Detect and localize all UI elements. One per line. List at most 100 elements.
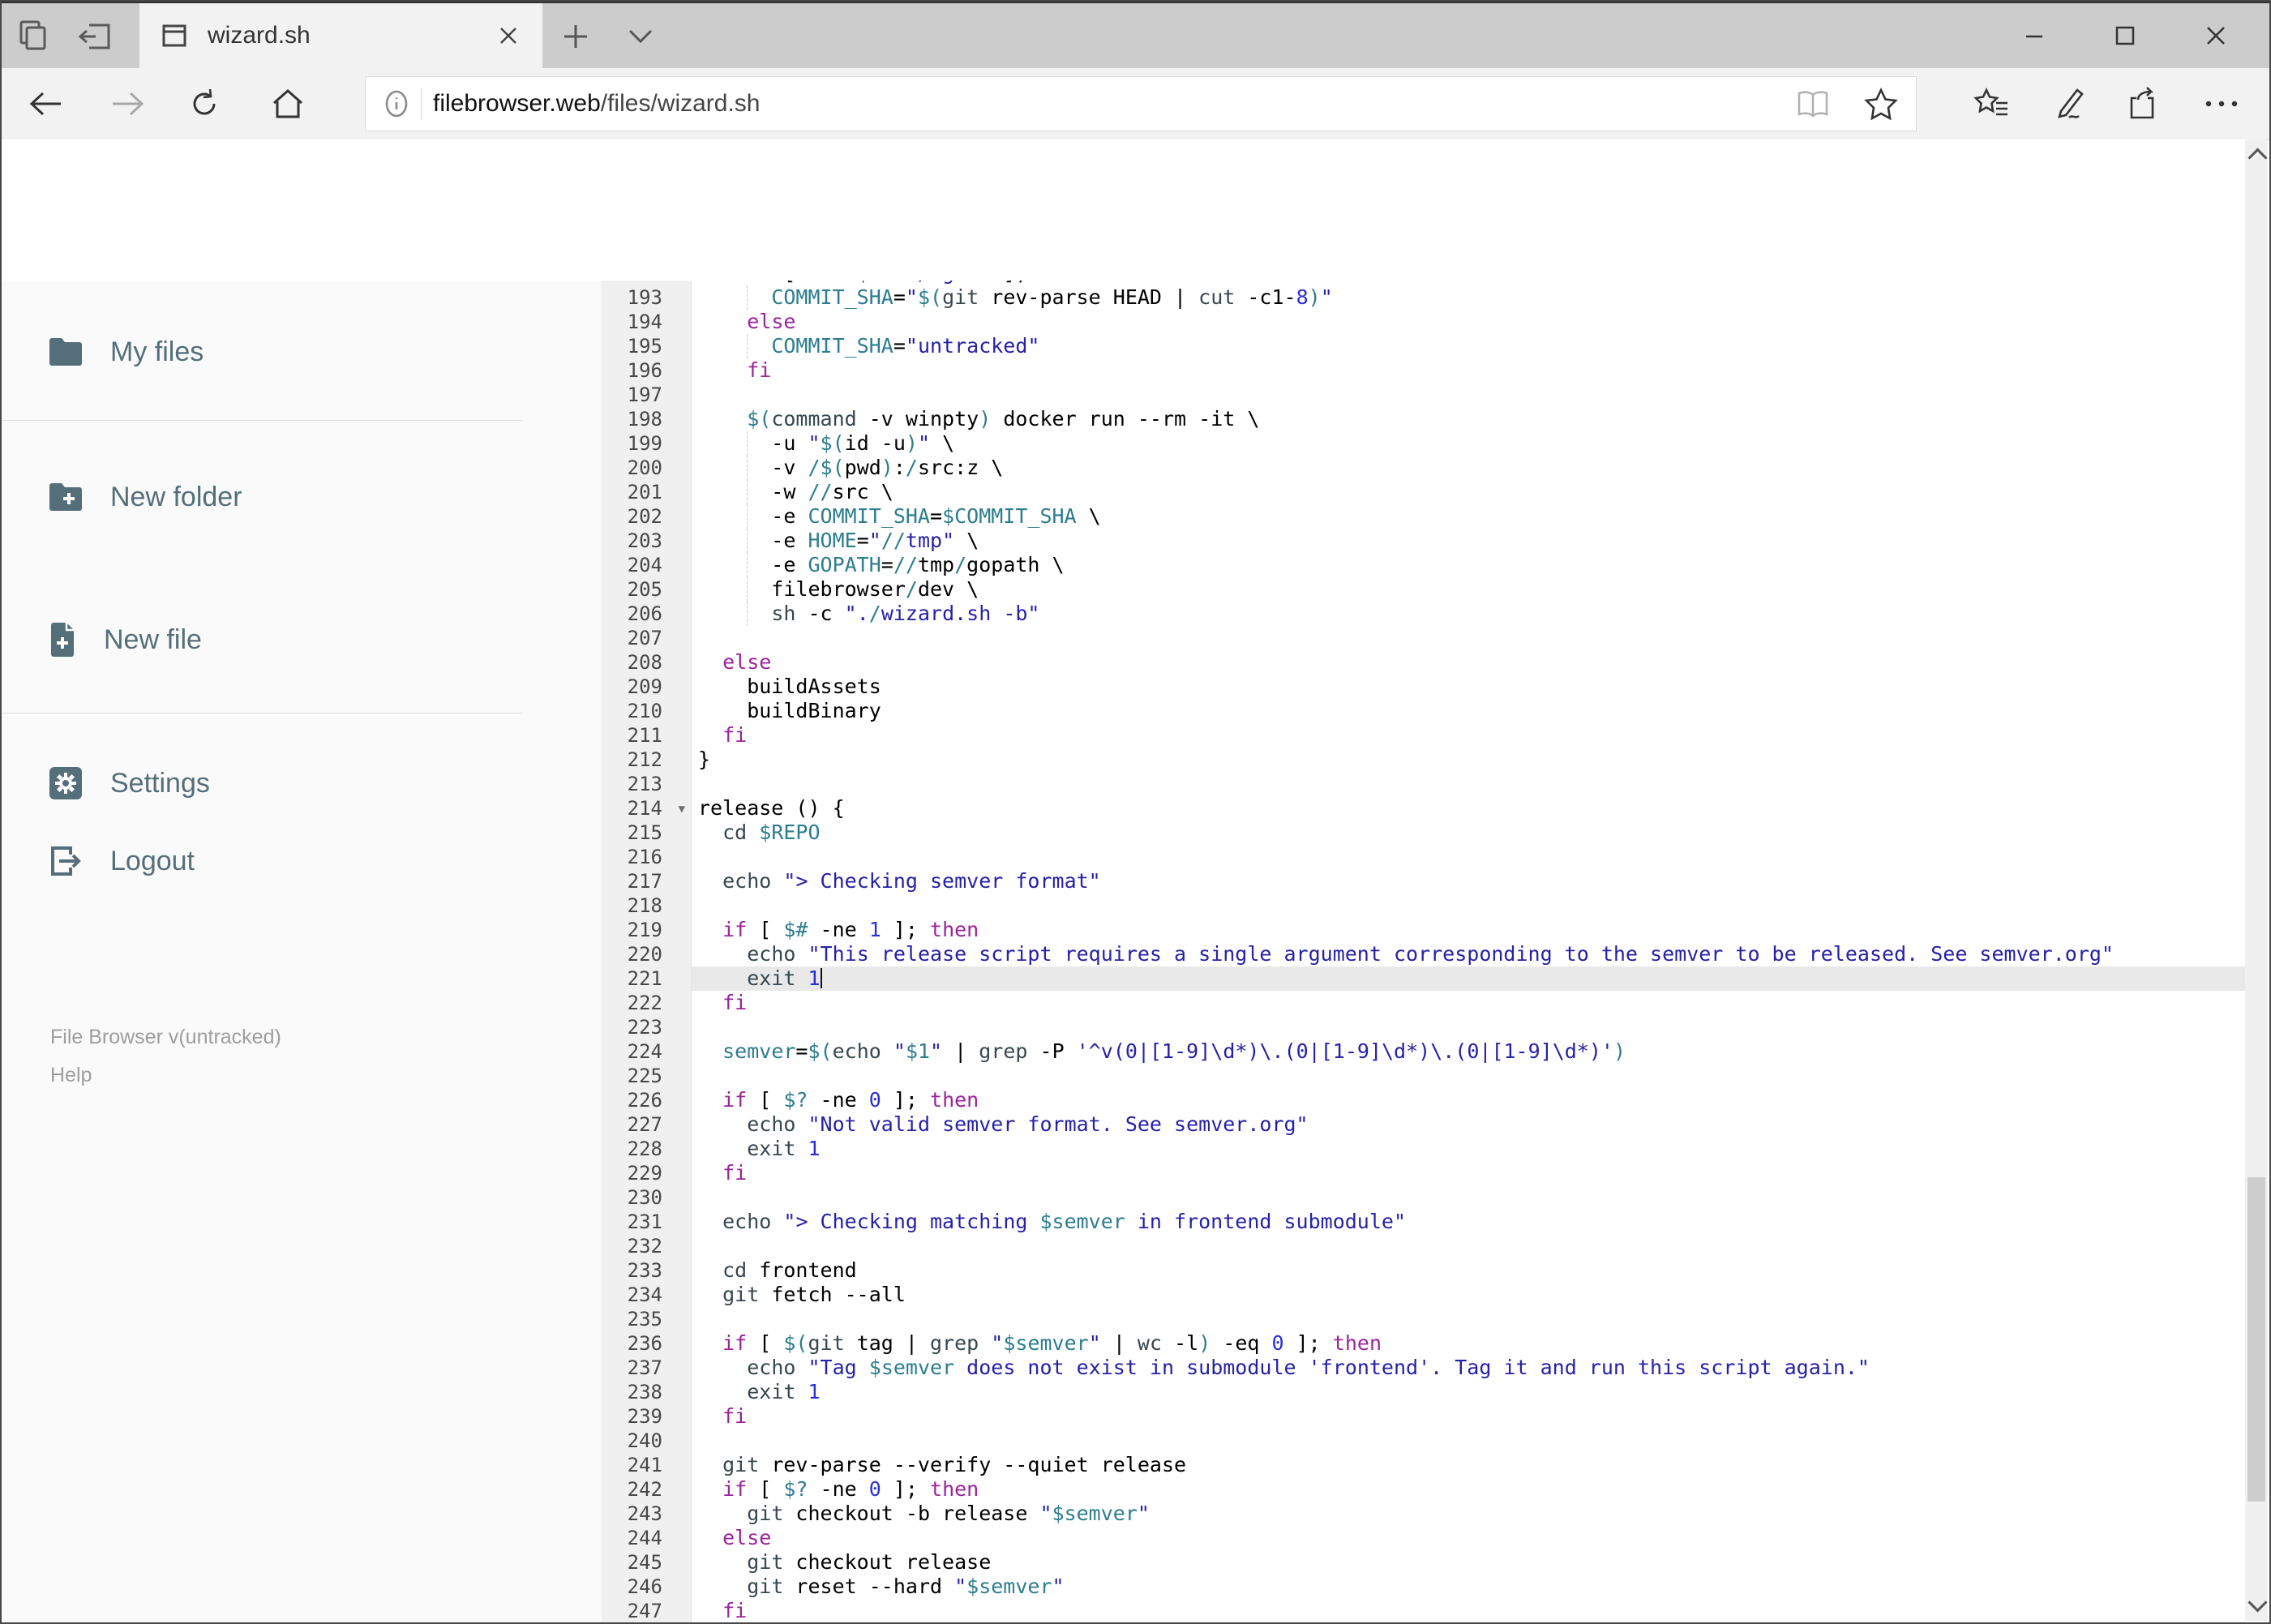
help-link[interactable]: Help <box>50 1064 92 1087</box>
code-line[interactable]: if [ $? -ne 0 ]; then <box>692 1088 2247 1112</box>
code-line[interactable]: fi <box>692 1161 2247 1185</box>
gutter-line-number: 231 <box>627 1211 662 1233</box>
code-line[interactable]: git checkout -b release "$semver" <box>692 1502 2247 1526</box>
url-field[interactable]: filebrowser.web/files/wizard.sh <box>365 76 1917 131</box>
code-line[interactable]: } <box>692 748 2247 772</box>
code-line-active[interactable]: exit 1 <box>692 966 2247 991</box>
sidebar-item-label: Settings <box>110 767 210 799</box>
code-line[interactable]: echo "This release script requires a sin… <box>692 942 2247 966</box>
sidebar-divider <box>2 420 523 421</box>
code-area[interactable]: if [ -d "$REPO/.git" ]; then COMMIT_SHA=… <box>692 281 2247 1622</box>
code-line[interactable]: cd $REPO <box>692 821 2247 845</box>
sidebar-item-label: Logout <box>110 845 195 876</box>
scrollbar-thumb[interactable] <box>2247 1177 2265 1502</box>
code-line[interactable] <box>692 626 2247 650</box>
code-line[interactable]: echo "Not valid semver format. See semve… <box>692 1112 2247 1137</box>
favorite-star-icon[interactable] <box>1864 88 1898 120</box>
minimize-button[interactable] <box>1989 3 2080 68</box>
sidebar-item-new-file[interactable]: New file <box>48 611 202 668</box>
code-line[interactable]: exit 1 <box>692 1137 2247 1161</box>
code-line[interactable]: semver=$(echo "$1" | grep -P '^v(0|[1-9]… <box>692 1039 2247 1064</box>
code-line[interactable]: fi <box>692 1404 2247 1429</box>
more-dots-icon[interactable] <box>2185 68 2258 139</box>
code-line[interactable] <box>692 845 2247 869</box>
gutter-line-number: 228 <box>627 1138 662 1160</box>
code-line[interactable]: else <box>692 650 2247 675</box>
site-info-icon[interactable] <box>380 88 413 120</box>
code-line[interactable]: git reset --hard "$semver" <box>692 1575 2247 1599</box>
home-button[interactable] <box>251 68 324 139</box>
code-line[interactable]: else <box>692 1526 2247 1550</box>
tab-preview-icon[interactable] <box>16 19 50 53</box>
code-line[interactable] <box>692 1015 2247 1039</box>
code-line[interactable]: else <box>692 310 2247 334</box>
code-line[interactable]: filebrowser/dev \ <box>692 577 2247 602</box>
reading-view-icon[interactable] <box>1794 88 1832 119</box>
code-line[interactable]: fi <box>692 358 2247 383</box>
code-line[interactable] <box>692 1064 2247 1088</box>
code-line[interactable]: -e COMMIT_SHA=$COMMIT_SHA \ <box>692 504 2247 529</box>
code-line[interactable]: cd frontend <box>692 1258 2247 1283</box>
page-scrollbar[interactable] <box>2245 139 2268 1621</box>
gutter-line-number: 230 <box>627 1186 662 1209</box>
code-line[interactable]: if [ $# -ne 1 ]; then <box>692 918 2247 942</box>
maximize-button[interactable] <box>2080 3 2170 68</box>
code-line[interactable]: fi <box>692 991 2247 1015</box>
code-line[interactable] <box>692 1429 2247 1453</box>
close-window-button[interactable] <box>2170 3 2261 68</box>
code-line[interactable]: if [ $? -ne 0 ]; then <box>692 1477 2247 1502</box>
sidebar-item-settings[interactable]: Settings <box>48 755 210 812</box>
code-line[interactable] <box>692 1185 2247 1210</box>
code-line[interactable]: git checkout release <box>692 1550 2247 1575</box>
gutter-line-number: 242 <box>627 1478 662 1501</box>
code-line[interactable]: -e GOPATH=//tmp/gopath \ <box>692 553 2247 577</box>
annotate-pen-icon[interactable] <box>2031 68 2104 139</box>
code-line[interactable]: git fetch --all <box>692 1283 2247 1307</box>
code-line[interactable]: -e HOME="//tmp" \ <box>692 529 2247 553</box>
browser-tab[interactable]: wizard.sh <box>139 3 542 68</box>
code-line[interactable]: exit 1 <box>692 1380 2247 1404</box>
sidebar-item-new-folder[interactable]: New folder <box>48 469 242 525</box>
scroll-up-icon[interactable] <box>2247 148 2268 168</box>
code-line[interactable]: fi <box>692 723 2247 748</box>
code-line[interactable]: echo "Tag $semver does not exist in subm… <box>692 1356 2247 1380</box>
share-icon[interactable] <box>2108 68 2181 139</box>
code-line[interactable] <box>692 772 2247 796</box>
code-line[interactable]: -u "$(id -u)" \ <box>692 431 2247 456</box>
code-line[interactable]: COMMIT_SHA="$(git rev-parse HEAD | cut -… <box>692 285 2247 310</box>
code-line[interactable]: sh -c "./wizard.sh -b" <box>692 602 2247 626</box>
set-tabs-aside-icon[interactable] <box>78 19 114 53</box>
code-line[interactable] <box>692 1234 2247 1258</box>
code-line[interactable] <box>692 893 2247 918</box>
code-line[interactable] <box>692 1307 2247 1331</box>
code-line[interactable]: echo "> Checking semver format" <box>692 869 2247 893</box>
scroll-down-icon[interactable] <box>2247 1592 2268 1613</box>
sidebar-item-my-files[interactable]: My files <box>48 324 204 380</box>
code-line[interactable]: if [ $(git tag | grep "$semver" | wc -l)… <box>692 1331 2247 1356</box>
code-line[interactable]: buildAssets <box>692 675 2247 699</box>
code-line[interactable]: fi <box>692 1599 2247 1622</box>
code-line[interactable]: echo "> Checking matching $semver in fro… <box>692 1210 2247 1234</box>
code-line[interactable]: COMMIT_SHA="untracked" <box>692 334 2247 358</box>
new-folder-icon <box>48 482 84 512</box>
gutter-line-number: 210 <box>627 700 662 722</box>
gutter-line-number: 233 <box>627 1259 662 1282</box>
code-line[interactable]: $(command -v winpty) docker run --rm -it… <box>692 407 2247 431</box>
code-line[interactable]: git rev-parse --verify --quiet release <box>692 1453 2247 1477</box>
forward-button[interactable] <box>91 68 164 139</box>
hub-icon[interactable] <box>1956 68 2029 139</box>
code-line[interactable] <box>692 383 2247 407</box>
fold-arrow-icon[interactable]: ▼ <box>679 797 685 821</box>
sidebar-item-logout[interactable]: Logout <box>48 833 195 889</box>
folder-icon <box>48 337 84 366</box>
tab-close-icon[interactable] <box>491 18 526 54</box>
back-button[interactable] <box>10 68 83 139</box>
code-line[interactable]: -w //src \ <box>692 480 2247 504</box>
tab-list-chevron-icon[interactable] <box>618 18 663 55</box>
code-line[interactable]: buildBinary <box>692 699 2247 723</box>
code-line[interactable]: release () { <box>692 796 2247 821</box>
new-tab-button[interactable] <box>553 18 598 55</box>
refresh-button[interactable] <box>168 68 241 139</box>
code-line[interactable]: -v /$(pwd):/src:z \ <box>692 456 2247 480</box>
gutter-line-number: 217 <box>627 870 662 893</box>
